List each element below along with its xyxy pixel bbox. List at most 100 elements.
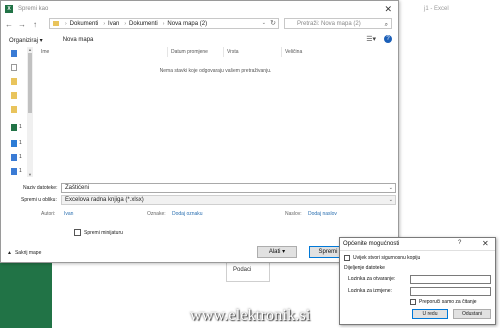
tools-label: Alati xyxy=(268,249,281,255)
filename-value: Zaštićeni xyxy=(65,185,90,191)
back-arrow-icon[interactable]: ← xyxy=(4,20,14,29)
readonly-checkbox[interactable] xyxy=(410,299,416,305)
search-placeholder: Pretraži: Nova mapa (2) xyxy=(297,21,361,27)
new-folder-button[interactable]: Nova mapa xyxy=(63,37,94,43)
worksheet-cell[interactable]: Podaci xyxy=(226,260,270,282)
nav-pane-item[interactable]: 1 xyxy=(11,139,27,147)
modify-password-label: Lozinka za izmjene: xyxy=(348,288,392,294)
chevron-right-icon: › xyxy=(162,20,165,27)
thumbnail-checkbox[interactable] xyxy=(74,229,81,236)
divider xyxy=(340,250,495,251)
file-list[interactable]: Ime Datum promjene Vrsta Veličina Nema s… xyxy=(37,47,394,177)
excel-title: j1 - Excel xyxy=(424,6,449,12)
chevron-down-icon[interactable]: ⌄ xyxy=(389,196,393,204)
folder-icon xyxy=(11,77,17,85)
nav-pane-item[interactable]: 1 xyxy=(11,167,27,175)
column-date-modified[interactable]: Datum promjene xyxy=(171,49,208,55)
breadcrumb-item[interactable]: Dokumenti xyxy=(129,21,158,27)
up-arrow-icon[interactable]: ↑ xyxy=(30,20,40,29)
help-icon[interactable]: ? xyxy=(458,240,461,246)
filetype-value: Excelova radna knjiga (*.xlsx) xyxy=(65,197,144,203)
excel-icon xyxy=(11,123,17,131)
filename-field[interactable]: Zaštićeni ⌄ xyxy=(61,183,396,193)
nav-pane-item[interactable] xyxy=(11,77,27,85)
watermark: www.elektronik.si xyxy=(190,307,311,324)
nav-pane-item-label: 1 xyxy=(19,168,22,174)
column-divider xyxy=(167,47,168,57)
nav-pane-item[interactable]: 1 xyxy=(11,153,27,161)
chevron-right-icon: › xyxy=(65,20,67,27)
backup-label: Uvijek stvori sigurnosnu kopiju xyxy=(353,255,421,261)
cancel-button[interactable]: Odustani xyxy=(453,309,491,319)
forward-arrow-icon[interactable]: → xyxy=(17,20,27,29)
column-divider xyxy=(281,47,282,57)
refresh-icon[interactable]: ↻ xyxy=(270,19,276,27)
chevron-down-icon[interactable]: ⌄ xyxy=(262,20,266,26)
document-icon xyxy=(11,63,17,71)
view-options-icon[interactable]: ☰▾ xyxy=(366,35,376,43)
readonly-label: Preporuči samo za čitanje xyxy=(419,299,477,305)
scrollbar-thumb[interactable] xyxy=(28,53,32,113)
nav-pane-scrollbar[interactable]: ▲ ▼ xyxy=(27,47,33,177)
options-dialog-title: Općenite mogućnosti xyxy=(343,241,400,247)
authors-label: Autori: xyxy=(41,211,56,217)
open-password-label: Lozinka za otvaranje: xyxy=(348,276,396,282)
thumbnail-label: Spremi minijaturu xyxy=(84,230,123,236)
nav-pane-item[interactable]: 1 xyxy=(11,123,27,131)
cloud-icon xyxy=(11,139,17,147)
nav-pane-item-label: 1 xyxy=(19,124,22,130)
file-sharing-heading: Dijeljenje datoteke xyxy=(344,265,385,271)
dialog-titlebar: X Spremi kao ✕ xyxy=(1,1,398,17)
network-icon xyxy=(11,167,17,175)
chevron-right-icon: › xyxy=(124,20,127,27)
help-icon[interactable]: ? xyxy=(384,35,392,43)
breadcrumb-item[interactable]: Nova mapa (2) xyxy=(167,21,207,27)
hide-folders-label: Sakrij mape xyxy=(14,250,42,256)
scroll-down-icon[interactable]: ▼ xyxy=(27,172,33,177)
open-password-input[interactable] xyxy=(410,275,491,284)
nav-pane-item[interactable] xyxy=(11,105,27,113)
general-options-dialog: Općenite mogućnosti ? ✕ Uvijek stvori si… xyxy=(339,237,496,325)
ok-button[interactable]: U redu xyxy=(412,309,448,319)
filetype-label: Spremi u obliku: xyxy=(21,197,57,203)
close-icon[interactable]: ✕ xyxy=(482,239,489,248)
backup-checkbox[interactable] xyxy=(344,255,350,261)
download-icon xyxy=(11,49,17,57)
organize-button[interactable]: Organiziraj ▾ xyxy=(9,37,43,44)
authors-value[interactable]: Ivan xyxy=(64,211,73,217)
chevron-up-icon: ▲ xyxy=(7,250,12,256)
nav-pane-item-label: 1 xyxy=(19,140,22,146)
folder-icon xyxy=(11,105,17,113)
filename-label: Naziv datoteke: xyxy=(23,185,58,191)
column-size[interactable]: Veličina xyxy=(285,49,302,55)
chevron-down-icon[interactable]: ⌄ xyxy=(389,184,393,192)
title-label: Naslov: xyxy=(285,211,302,217)
title-value[interactable]: Dodaj naslov xyxy=(308,211,337,217)
search-icon: ⌕ xyxy=(384,22,388,28)
column-type[interactable]: Vrsta xyxy=(227,49,238,55)
excel-app-icon: X xyxy=(5,5,13,13)
breadcrumb-item[interactable]: Dokumenti xyxy=(70,21,99,27)
dialog-toolbar: Organiziraj ▾ Nova mapa ☰▾ ? xyxy=(1,34,398,46)
empty-folder-message: Nema stavki koje odgovaraju vašem pretra… xyxy=(159,68,272,74)
dialog-title: Spremi kao xyxy=(18,6,49,12)
filetype-select[interactable]: Excelova radna knjiga (*.xlsx) ⌄ xyxy=(61,195,396,205)
tools-button[interactable]: Alati ▾ xyxy=(257,246,297,258)
save-as-dialog: X Spremi kao ✕ ← → ↑ › Dokumenti › Ivan … xyxy=(0,0,399,263)
scroll-up-icon[interactable]: ▲ xyxy=(27,47,33,52)
column-name[interactable]: Ime xyxy=(41,49,49,55)
nav-pane-item[interactable] xyxy=(11,49,27,57)
address-bar[interactable]: › Dokumenti › Ivan › Dokumenti › Nova ma… xyxy=(49,18,279,29)
nav-pane-item[interactable] xyxy=(11,63,27,71)
breadcrumb-item[interactable]: Ivan xyxy=(108,21,119,27)
tags-value[interactable]: Dodaj oznaku xyxy=(172,211,203,217)
navigation-pane: 1 1 1 1 xyxy=(7,47,29,177)
search-input[interactable]: Pretraži: Nova mapa (2) ⌕ xyxy=(284,18,392,29)
chevron-right-icon: › xyxy=(103,20,106,27)
close-icon[interactable]: ✕ xyxy=(384,4,392,15)
folder-icon xyxy=(11,91,17,99)
column-divider xyxy=(223,47,224,57)
nav-pane-item[interactable] xyxy=(11,91,27,99)
hide-folders-button[interactable]: ▲ Sakrij mape xyxy=(7,250,41,256)
modify-password-input[interactable] xyxy=(410,287,491,296)
